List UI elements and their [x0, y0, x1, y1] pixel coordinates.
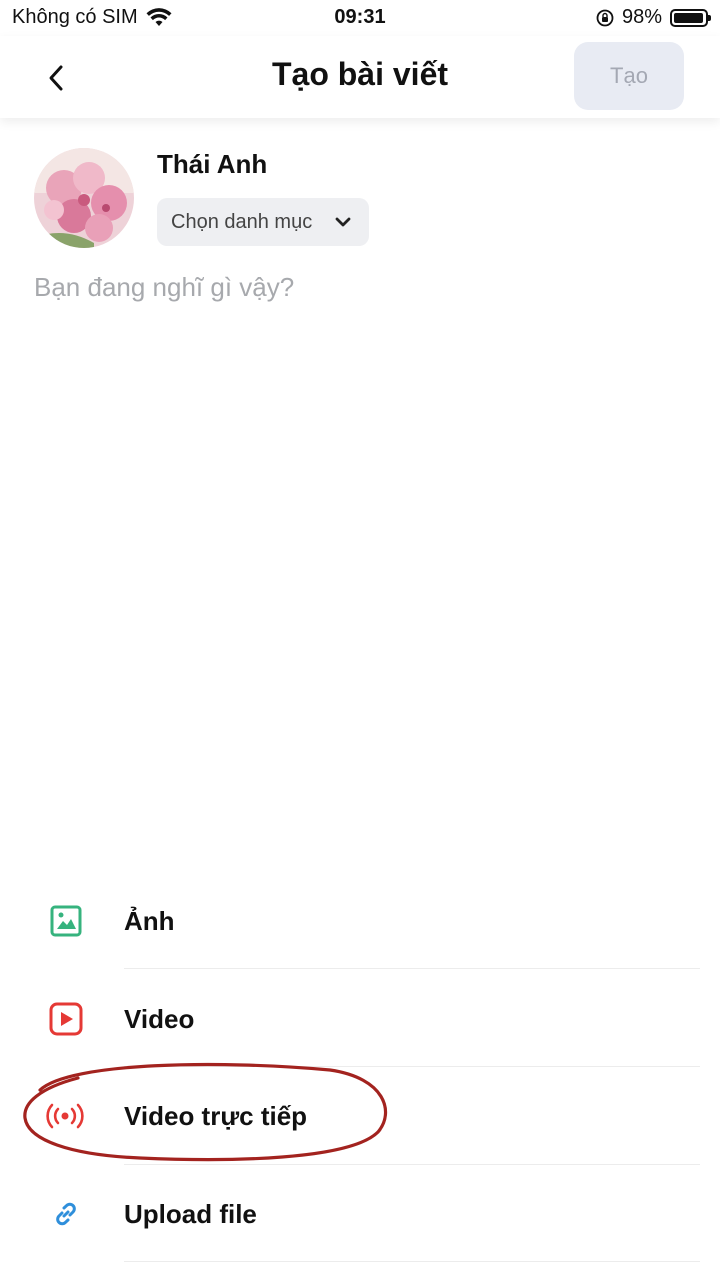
video-play-icon — [46, 999, 86, 1039]
avatar-flower-image — [34, 148, 134, 248]
battery-percent: 98% — [621, 6, 662, 28]
create-post-button[interactable]: Tạo — [574, 42, 684, 110]
option-video[interactable]: Video — [0, 969, 720, 1067]
image-icon — [46, 901, 86, 941]
post-content-input[interactable] — [34, 272, 684, 832]
status-right: 98% — [596, 6, 711, 29]
orientation-lock-icon — [596, 9, 614, 26]
live-broadcast-icon — [42, 1096, 88, 1136]
user-name: Thái Anh — [157, 149, 268, 179]
option-label: Video — [124, 1004, 195, 1034]
divider — [124, 1261, 700, 1262]
option-live-video[interactable]: Video trực tiếp — [0, 1067, 720, 1165]
battery-icon — [670, 8, 711, 27]
option-label: Video trực tiếp — [124, 1101, 308, 1131]
avatar — [34, 148, 134, 248]
header-bar: Tạo bài viết Tạo — [0, 36, 720, 118]
option-upload-file[interactable]: Upload file — [0, 1165, 720, 1262]
option-photo[interactable]: Ảnh — [0, 872, 720, 969]
link-icon — [46, 1194, 86, 1234]
category-label: Chọn danh mục — [171, 210, 313, 233]
chevron-down-icon — [335, 217, 351, 227]
battery-fill — [674, 12, 703, 23]
option-label: Ảnh — [124, 906, 175, 936]
status-bar: Không có SIM 09:31 98% — [0, 0, 720, 36]
option-label: Upload file — [124, 1199, 257, 1229]
category-dropdown[interactable]: Chọn danh mục — [157, 198, 369, 246]
